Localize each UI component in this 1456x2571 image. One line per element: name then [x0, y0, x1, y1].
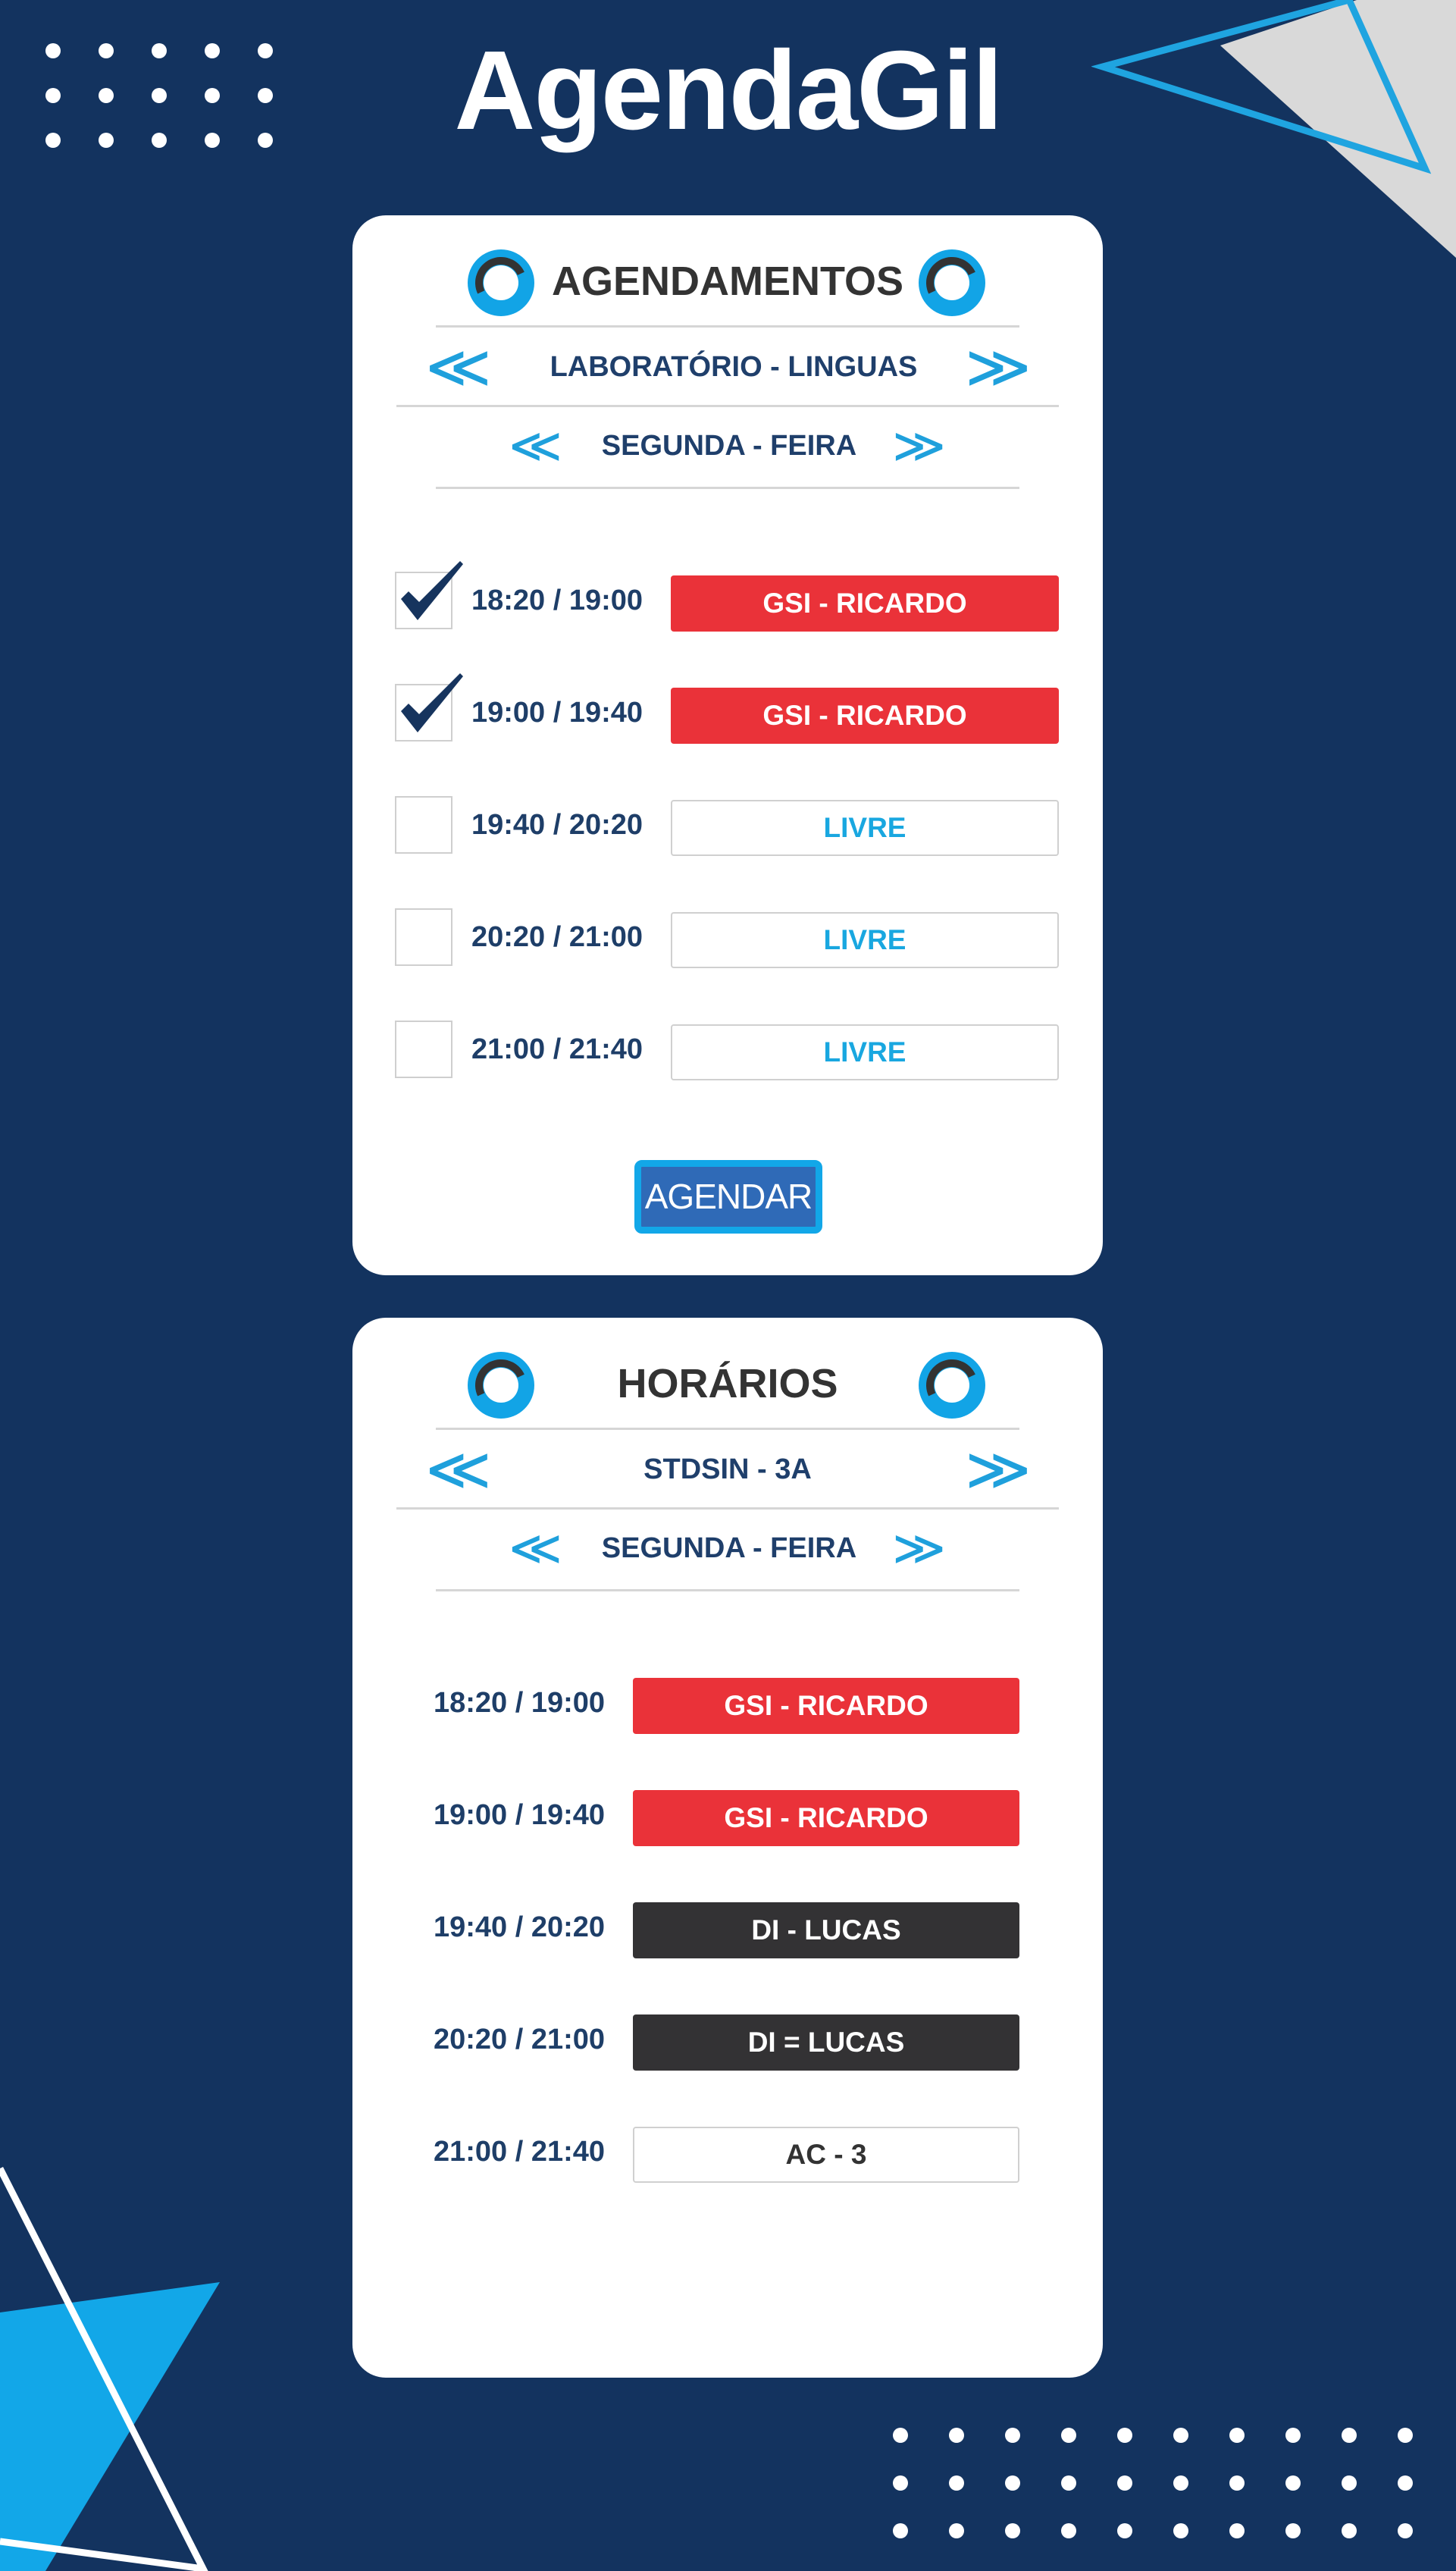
decor-dots-bottom-right [893, 2428, 1413, 2538]
divider [396, 1507, 1059, 1510]
schedule-time: 21:00 / 21:40 [434, 2136, 606, 2168]
day-label: SEGUNDA - FEIRA [601, 1532, 857, 1564]
divider [436, 1428, 1019, 1430]
room-selector: ≪ LABORATÓRIO - LINGUAS ≫ [352, 342, 1103, 392]
schedule-time: 19:40 / 20:20 [434, 1911, 606, 1943]
class-selector: ≪ STDSIN - 3A ≫ [352, 1444, 1103, 1494]
schedule-time: 18:20 / 19:00 [434, 1687, 606, 1719]
clock-icon [919, 1352, 985, 1419]
divider [436, 1589, 1019, 1591]
day-label: SEGUNDA - FEIRA [601, 430, 857, 462]
slot-time: 18:20 / 19:00 [471, 585, 643, 616]
slot-status[interactable]: LIVRE [671, 1024, 1059, 1080]
checkmark-icon [401, 561, 463, 620]
schedule-subject: DI = LUCAS [633, 2014, 1019, 2071]
chevron-right-icon[interactable]: ≫ [892, 1528, 946, 1568]
slot-time: 20:20 / 21:00 [471, 921, 643, 953]
schedule-subject: GSI - RICARDO [633, 1678, 1019, 1734]
chevron-right-icon[interactable]: ≫ [892, 425, 946, 466]
clock-icon [919, 249, 985, 316]
slot-time: 19:00 / 19:40 [471, 697, 643, 729]
agendamentos-card: AGENDAMENTOS ≪ LABORATÓRIO - LINGUAS ≫ ≪… [352, 215, 1103, 1275]
day-selector: ≪ SEGUNDA - FEIRA ≫ [352, 1525, 1103, 1571]
slot-status[interactable]: LIVRE [671, 912, 1059, 968]
day-selector: ≪ SEGUNDA - FEIRA ≫ [352, 423, 1103, 469]
slot-checkbox[interactable] [395, 796, 452, 854]
slot-time: 19:40 / 20:20 [471, 809, 643, 841]
slot-status[interactable]: GSI - RICARDO [671, 575, 1059, 632]
slot-status[interactable]: LIVRE [671, 800, 1059, 856]
slot-checkbox[interactable] [395, 908, 452, 966]
schedule-subject: DI - LUCAS [633, 1902, 1019, 1958]
schedule-time: 19:00 / 19:40 [434, 1799, 606, 1831]
slot-checkbox[interactable] [395, 561, 463, 629]
schedule-subject: AC - 3 [633, 2127, 1019, 2183]
horarios-title: HORÁRIOS [617, 1361, 838, 1406]
divider [436, 487, 1019, 489]
schedule-time: 20:20 / 21:00 [434, 2024, 606, 2055]
slot-checkbox[interactable] [395, 673, 463, 742]
agendar-button[interactable]: AGENDAR [634, 1160, 822, 1234]
slot-status[interactable]: GSI - RICARDO [671, 688, 1059, 744]
horarios-card: HORÁRIOS ≪ STDSIN - 3A ≫ ≪ SEGUNDA - FEI… [352, 1318, 1103, 2378]
agendamentos-header: AGENDAMENTOS [352, 247, 1103, 316]
divider [436, 325, 1019, 328]
chevron-right-icon[interactable]: ≫ [965, 342, 1032, 392]
divider [396, 405, 1059, 407]
slot-time: 21:00 / 21:40 [471, 1033, 643, 1065]
schedule-subject: GSI - RICARDO [633, 1790, 1019, 1846]
agendamentos-title: AGENDAMENTOS [551, 259, 904, 304]
decor-triangles-bottom-left [0, 2166, 220, 2571]
slot-checkbox[interactable] [395, 1021, 452, 1078]
chevron-right-icon[interactable]: ≫ [965, 1444, 1032, 1494]
checkmark-icon [401, 673, 463, 732]
horarios-header: HORÁRIOS [352, 1350, 1103, 1419]
app-title: AgendaGil [454, 28, 1003, 153]
